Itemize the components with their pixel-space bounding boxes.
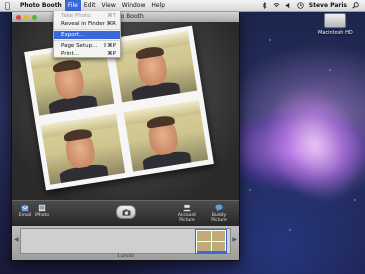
hard-drive-label: Macintosh HD (318, 30, 353, 36)
menu-separator (54, 29, 120, 30)
menu-separator (54, 40, 120, 41)
scroll-right-arrow[interactable]: ▶ (232, 236, 237, 243)
iphoto-label: iPhoto (34, 213, 50, 218)
menu-help[interactable]: Help (148, 0, 168, 11)
take-photo-button[interactable] (116, 205, 136, 219)
menu-view[interactable]: View (99, 0, 119, 11)
scroll-left-arrow[interactable]: ◀ (14, 236, 19, 243)
iphoto-icon (38, 204, 46, 212)
menu-edit[interactable]: Edit (81, 0, 99, 11)
account-label: Account Picture (177, 213, 197, 223)
menu-item-take-photo[interactable]: Take Photo ⌘T (54, 12, 120, 20)
menu-item-export[interactable]: Export... (54, 31, 120, 39)
photo-frame (123, 100, 209, 172)
user-name[interactable]: Steve Paris (309, 2, 347, 9)
photo-filmstrip: ◀ ▶ 1 photo (12, 226, 239, 260)
camera-icon (122, 208, 130, 216)
photo-preview (12, 22, 239, 200)
menu-window[interactable]: Window (119, 0, 149, 11)
volume-icon[interactable] (285, 2, 292, 9)
menu-item-reveal-in-finder[interactable]: Reveal in Finder ⌘R (54, 20, 120, 28)
menu-item-print[interactable]: Print... ⌘P (54, 50, 120, 58)
email-button[interactable]: Email (18, 204, 32, 218)
menu-file[interactable]: File (64, 0, 81, 11)
menu-app-name[interactable]: Photo Booth (17, 0, 65, 11)
wifi-icon[interactable] (273, 2, 280, 9)
menu-extras: Steve Paris (261, 2, 365, 9)
file-menu-dropdown: Take Photo ⌘T Reveal in Finder ⌘R Export..… (53, 11, 121, 58)
controls-bar: Email iPhoto Account Picture Buddy Pictu… (12, 200, 239, 227)
apple-icon[interactable]:  (5, 1, 13, 10)
buddy-label: Buddy Picture (211, 213, 227, 223)
account-picture-button[interactable]: Account Picture (172, 204, 202, 223)
menu-item-page-setup[interactable]: Page Setup... ⇧⌘P (54, 42, 120, 50)
buddy-icon (215, 204, 223, 212)
bluetooth-icon[interactable] (261, 2, 268, 9)
thumbnail-selection-bar (197, 251, 227, 253)
photo-booth-window: Photo Booth Email iPhoto Account Picture… (11, 11, 240, 261)
email-icon (21, 204, 29, 212)
iphoto-button[interactable]: iPhoto (34, 204, 50, 218)
buddy-picture-button[interactable]: Buddy Picture (204, 204, 234, 223)
spotlight-icon[interactable] (352, 2, 359, 9)
photo-frame (40, 113, 126, 185)
window-titlebar[interactable]: Photo Booth (12, 12, 239, 22)
email-label: Email (18, 213, 32, 218)
window-title: Photo Booth (107, 13, 144, 20)
hard-drive-icon (324, 13, 346, 28)
clock-icon[interactable] (297, 2, 304, 9)
photo-frame (112, 31, 198, 103)
account-icon (183, 204, 191, 212)
hard-drive[interactable]: Macintosh HD (318, 13, 353, 36)
photo-count: 1 photo (116, 254, 135, 259)
